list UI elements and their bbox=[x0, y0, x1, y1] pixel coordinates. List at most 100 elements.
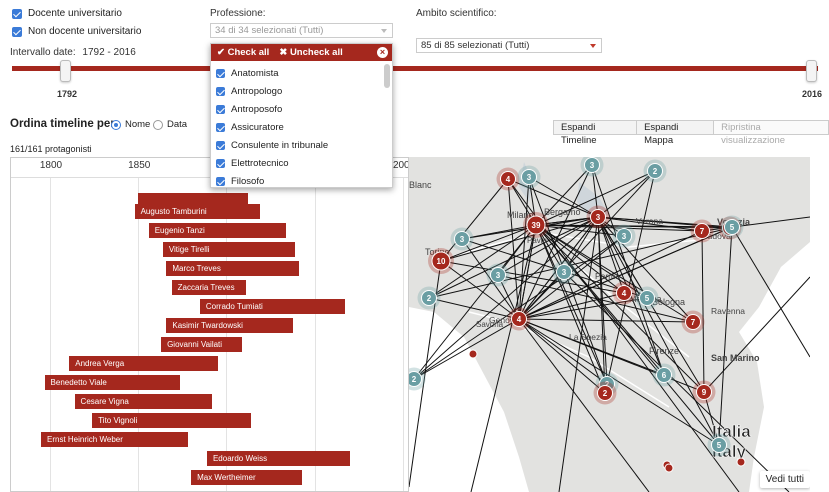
map-cluster-marker[interactable]: 3 bbox=[450, 227, 474, 251]
map-cluster-count: 4 bbox=[517, 315, 522, 324]
map-cluster-marker[interactable]: 10 bbox=[428, 248, 454, 274]
checkbox-checked-icon[interactable] bbox=[216, 176, 225, 186]
date-range-min-handle[interactable] bbox=[60, 60, 71, 82]
timeline-person-bar[interactable]: Eugenio Tanzi bbox=[148, 223, 287, 238]
map-place-label: San Marino bbox=[711, 353, 760, 363]
map-panel[interactable]: BlancBergamoMilanoPaviaVeronaVeneziaPado… bbox=[409, 157, 810, 492]
checkbox-checked-icon[interactable] bbox=[216, 140, 225, 150]
profession-option[interactable]: Anatomista bbox=[211, 64, 382, 82]
map-point-marker[interactable] bbox=[664, 463, 674, 473]
timeline-person-bar[interactable]: Augusto Tamburini bbox=[134, 204, 260, 219]
date-range-label: Intervallo date: 1792 - 2016 bbox=[10, 47, 136, 58]
uncheck-all-label: Uncheck all bbox=[289, 47, 343, 58]
role-checkbox-label: Docente universitario bbox=[28, 8, 122, 19]
map-cluster-marker[interactable]: 2 bbox=[593, 381, 617, 405]
sort-option-label: Nome bbox=[125, 119, 151, 130]
check-all-button[interactable]: ✔ Check all bbox=[217, 47, 269, 58]
map-cluster-marker[interactable]: 3 bbox=[517, 165, 541, 189]
checkbox-checked-icon[interactable] bbox=[216, 104, 225, 114]
restore-view-button[interactable]: Ripristina visualizzazione bbox=[714, 120, 829, 146]
timeline-person-bar[interactable]: Edoardo Weiss bbox=[206, 451, 350, 466]
checkbox-checked-icon[interactable] bbox=[216, 122, 225, 132]
map-cluster-marker[interactable]: 3 bbox=[586, 205, 610, 229]
timeline-person-bar[interactable]: Zaccaria Treves bbox=[171, 280, 246, 295]
map-cluster-marker[interactable]: 4 bbox=[612, 281, 636, 305]
profession-dropdown-list[interactable]: Anatomista Antropologo Antroposofo Assicura… bbox=[211, 64, 382, 187]
timeline-person-bar[interactable]: Max Wertheimer bbox=[191, 470, 303, 485]
profession-option[interactable]: Antropologo bbox=[211, 82, 382, 100]
timeline-person-bar[interactable]: Ernst Heinrich Weber bbox=[41, 432, 188, 447]
timeline-person-bar[interactable]: Kasimir Twardowski bbox=[166, 318, 294, 333]
profession-dropdown[interactable]: ✔ Check all ✖ Uncheck all × Anatomista An… bbox=[210, 43, 393, 188]
checkbox-checked-icon[interactable] bbox=[12, 26, 22, 37]
timeline-gridline bbox=[402, 158, 404, 491]
timeline-person-bar[interactable]: Corrado Tumiati bbox=[199, 299, 345, 314]
map-cluster-marker[interactable]: 3 bbox=[486, 263, 510, 287]
map-cluster-marker[interactable]: 5 bbox=[720, 215, 744, 239]
map-cluster-marker[interactable]: 3 bbox=[552, 260, 576, 284]
profession-option[interactable]: Antroposofo bbox=[211, 100, 382, 118]
map-cluster-marker[interactable]: 5 bbox=[707, 433, 731, 457]
role-filters: Docente universitario Non docente univer… bbox=[12, 6, 141, 39]
checkbox-checked-icon[interactable] bbox=[216, 68, 225, 78]
scientific-field-select[interactable]: 85 di 85 selezionati (Tutti) bbox=[416, 38, 602, 53]
profession-option[interactable]: Assicuratore bbox=[211, 118, 382, 136]
checkbox-checked-icon[interactable] bbox=[216, 158, 225, 168]
close-icon[interactable]: × bbox=[377, 47, 388, 58]
date-range-min-label: 1792 bbox=[57, 89, 78, 99]
role-checkbox-docente[interactable]: Docente universitario bbox=[12, 6, 141, 21]
radio-unselected-icon[interactable] bbox=[153, 119, 163, 130]
map-cluster-count: 5 bbox=[730, 223, 735, 232]
timeline-axis-label: 1800 bbox=[39, 160, 63, 171]
radio-selected-icon[interactable] bbox=[111, 119, 121, 130]
map-cluster-count: 6 bbox=[662, 371, 667, 380]
timeline-axis-label: 2000 bbox=[392, 160, 408, 171]
map-cluster-marker[interactable]: 7 bbox=[681, 310, 705, 334]
map-cluster-marker[interactable]: 2 bbox=[643, 159, 667, 183]
map-canvas[interactable]: BlancBergamoMilanoPaviaVeronaVeneziaPado… bbox=[409, 157, 810, 492]
timeline-person-bar[interactable]: Tito Vignoli bbox=[92, 413, 252, 428]
timeline-person-bar[interactable]: Vitige Tirelli bbox=[162, 242, 296, 257]
map-cluster-marker[interactable]: 9 bbox=[692, 380, 716, 404]
checkbox-checked-icon[interactable] bbox=[12, 8, 22, 19]
timeline-person-bar[interactable]: Giovanni Vailati bbox=[161, 337, 243, 352]
profession-option[interactable]: Filosofo bbox=[211, 172, 382, 187]
sort-option-label: Data bbox=[167, 119, 188, 130]
map-point-marker[interactable] bbox=[468, 349, 478, 359]
map-cluster-marker[interactable]: 4 bbox=[507, 307, 531, 331]
timeline-person-bar[interactable]: Cesare Vigna bbox=[74, 394, 213, 409]
dropdown-scrollbar[interactable] bbox=[384, 64, 390, 88]
date-range-track[interactable] bbox=[12, 66, 818, 71]
map-cluster-marker[interactable]: 5 bbox=[635, 286, 659, 310]
map-cluster-marker[interactable]: 4 bbox=[496, 167, 520, 191]
timeline-panel[interactable]: 18001850190019502000 Augusto TamburiniEu… bbox=[10, 157, 409, 492]
date-range-max-handle[interactable] bbox=[806, 60, 817, 82]
map-cluster-marker[interactable]: 2 bbox=[417, 286, 441, 310]
map-cluster-marker[interactable]: 3 bbox=[612, 224, 636, 248]
map-place-label: Blanc bbox=[409, 180, 432, 190]
map-cluster-count: 3 bbox=[596, 213, 601, 222]
map-cluster-marker[interactable]: 7 bbox=[690, 219, 714, 243]
map-cluster-count: 2 bbox=[427, 294, 432, 303]
map-cluster-count: 3 bbox=[562, 268, 567, 277]
sort-option-nome[interactable]: Nome bbox=[111, 119, 150, 130]
map-cluster-marker[interactable]: 39 bbox=[523, 212, 549, 238]
sort-option-data[interactable]: Data bbox=[153, 119, 187, 130]
expand-map-button[interactable]: Espandi Mappa bbox=[637, 120, 715, 146]
see-all-button[interactable]: Vedi tutti bbox=[759, 471, 810, 488]
checkbox-checked-icon[interactable] bbox=[216, 86, 225, 96]
timeline-axis-label: 1850 bbox=[128, 160, 151, 171]
role-checkbox-non-docente[interactable]: Non docente universitario bbox=[12, 24, 141, 39]
profession-option[interactable]: Consulente in tribunale bbox=[211, 136, 382, 154]
timeline-person-bar[interactable]: Andrea Verga bbox=[69, 356, 218, 371]
timeline-person-bar[interactable]: Marco Treves bbox=[166, 261, 299, 276]
date-range-title: Intervallo date: bbox=[10, 47, 76, 58]
profession-select[interactable]: 34 di 34 selezionati (Tutti) bbox=[210, 23, 393, 38]
timeline-person-bar[interactable]: Benedetto Viale bbox=[44, 375, 181, 390]
uncheck-all-button[interactable]: ✖ Uncheck all bbox=[279, 47, 342, 58]
map-cluster-marker[interactable]: 6 bbox=[652, 363, 676, 387]
profession-option[interactable]: Elettrotecnico bbox=[211, 154, 382, 172]
map-cluster-count: 3 bbox=[496, 271, 501, 280]
map-point-marker[interactable] bbox=[736, 457, 746, 467]
expand-timeline-button[interactable]: Espandi Timeline bbox=[553, 120, 638, 146]
